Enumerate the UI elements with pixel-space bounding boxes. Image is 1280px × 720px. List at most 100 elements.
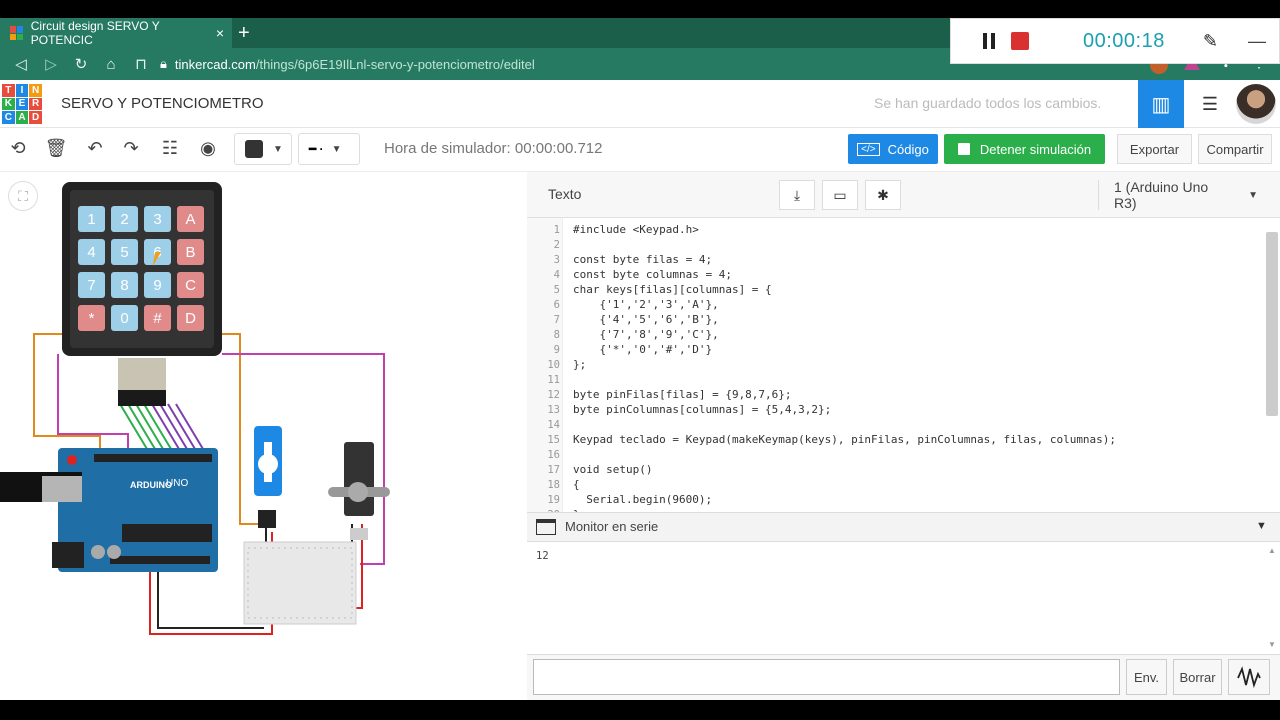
line-number: 4 — [553, 269, 560, 281]
keypad-key[interactable]: 0 — [111, 305, 138, 331]
chevron-down-icon: ▼ — [273, 143, 283, 155]
delete-icon[interactable]: 🗑︎ — [44, 138, 68, 159]
code-line: Keypad teclado = Keypad(makeKeymap(keys)… — [573, 433, 1117, 446]
keypad-key[interactable]: 9 — [144, 272, 171, 298]
wire-style-picker[interactable]: ━ · ▼ — [298, 133, 360, 165]
logo-letter: R — [29, 97, 42, 111]
share-button[interactable]: Compartir — [1198, 134, 1272, 164]
logo-letter: I — [15, 84, 29, 97]
code-mode-select[interactable]: Texto — [548, 186, 581, 202]
keypad-key[interactable]: 4 — [78, 239, 105, 265]
code-line: { — [573, 478, 580, 491]
color-swatch — [245, 140, 263, 158]
serial-output — [527, 542, 1280, 654]
send-button[interactable]: Env. — [1126, 659, 1167, 695]
color-picker[interactable]: ▼ — [234, 133, 292, 165]
tinkercad-favicon — [10, 26, 23, 40]
save-status: Se han guardado todos los cambios. — [874, 95, 1102, 111]
undo-icon[interactable]: ↶ — [83, 138, 107, 159]
forward-icon[interactable]: ▷ — [36, 55, 66, 73]
browser-tab[interactable]: Circuit design SERVO Y POTENCIC × — [0, 18, 232, 48]
line-number: 12 — [547, 389, 560, 401]
board-select[interactable]: 1 (Arduino Uno R3) ▼ — [1098, 179, 1272, 211]
logo-letter: A — [15, 111, 29, 124]
new-tab-icon[interactable]: + — [238, 20, 250, 46]
stop-icon — [957, 143, 970, 155]
line-number: 6 — [553, 299, 560, 311]
code-line: {'7','8','9','C'}, — [573, 328, 719, 341]
rotate-icon[interactable]: ⟲ — [6, 138, 30, 159]
keypad-key[interactable]: 5 — [111, 239, 138, 265]
code-button[interactable]: </> Código — [848, 134, 938, 164]
chevron-down-icon: ▼ — [1248, 189, 1258, 201]
servo-standard[interactable] — [344, 442, 374, 516]
keypad-key[interactable]: 3 — [144, 206, 171, 232]
back-icon[interactable]: ◁ — [6, 55, 36, 73]
code-line: Serial.begin(9600); — [573, 493, 713, 506]
export-button[interactable]: Exportar — [1117, 134, 1192, 164]
keypad-key[interactable]: 7 — [78, 272, 105, 298]
line-number: 14 — [547, 419, 560, 431]
code-line: char keys[filas][columnas] = { — [573, 283, 772, 296]
design-title[interactable]: SERVO Y POTENCIOMETRO — [61, 95, 264, 112]
library-icon[interactable]: ▭ — [822, 180, 858, 210]
tab-title: Circuit design SERVO Y POTENCIC — [30, 19, 160, 47]
keypad-key[interactable]: A — [177, 206, 204, 232]
graph-button[interactable] — [1228, 659, 1270, 695]
breadboard[interactable] — [243, 541, 357, 625]
keypad-key[interactable]: 2 — [111, 206, 138, 232]
chevron-down-icon[interactable]: ▼ — [1256, 520, 1267, 532]
serial-monitor-label[interactable]: Monitor en serie — [565, 519, 658, 534]
serial-input[interactable] — [533, 659, 1120, 695]
keypad-key[interactable]: C — [177, 272, 204, 298]
code-line: {'4','5','6','B'}, — [573, 313, 719, 326]
line-number: 8 — [553, 329, 560, 341]
code-icon: </> — [857, 142, 880, 156]
pen-icon[interactable]: ✎ — [1203, 31, 1218, 52]
editor-scrollbar[interactable] — [1266, 232, 1278, 416]
debug-icon[interactable]: ✱ — [865, 180, 901, 210]
url-host: tinkercad.com — [174, 56, 256, 72]
monitor-icon — [536, 519, 556, 535]
line-number: 17 — [547, 464, 560, 476]
minimize-icon[interactable]: — — [1248, 31, 1266, 52]
keypad-key[interactable]: 8 — [111, 272, 138, 298]
keypad-key[interactable]: B — [177, 239, 204, 265]
clear-button[interactable]: Borrar — [1173, 659, 1222, 695]
scroll-up-icon[interactable]: ▲ — [1268, 546, 1276, 555]
line-number: 2 — [553, 239, 560, 251]
download-icon[interactable]: ⤓ — [779, 180, 815, 210]
keypad-key[interactable]: # — [144, 305, 171, 331]
tinkercad-logo[interactable]: T I N K E R C A D — [2, 84, 42, 124]
keypad-key[interactable]: 1 — [78, 206, 105, 232]
bookmark-icon[interactable]: ⊓ — [126, 55, 156, 73]
line-number: 16 — [547, 449, 560, 461]
pause-icon[interactable] — [983, 33, 995, 49]
logo-letter: T — [2, 84, 15, 97]
avatar[interactable] — [1236, 84, 1276, 124]
url-field[interactable]: 🔒︎ tinkercad.com/things/6p6E19IlLnl-serv… — [160, 52, 960, 76]
stop-simulation-button[interactable]: Detener simulación — [944, 134, 1105, 164]
line-number: 18 — [547, 479, 560, 491]
stop-record-icon[interactable] — [1011, 32, 1029, 50]
circuit-view-button[interactable]: ▥ — [1138, 80, 1184, 128]
notes-icon[interactable]: ☷ — [158, 138, 182, 159]
line-number: 10 — [547, 359, 560, 371]
reload-icon[interactable]: ↻ — [66, 55, 96, 73]
url-path: /things/6p6E19IlLnl-servo-y-potenciometr… — [255, 56, 535, 72]
home-icon[interactable]: ⌂ — [96, 56, 126, 73]
component-list-button[interactable]: ☰ — [1188, 88, 1232, 120]
line-number: 11 — [547, 374, 560, 386]
code-line: {'*','0','#','D'} — [573, 343, 713, 356]
redo-icon[interactable]: ↷ — [119, 138, 143, 159]
scroll-down-icon[interactable]: ▼ — [1268, 640, 1276, 649]
keypad-key[interactable]: D — [177, 305, 204, 331]
code-button-label: Código — [887, 141, 929, 157]
keypad-key[interactable]: * — [78, 305, 105, 331]
code-line: void setup() — [573, 463, 653, 476]
eye-icon[interactable]: ◉ — [196, 138, 220, 159]
code-line: {'1','2','3','A'}, — [573, 298, 719, 311]
tab-close-icon[interactable]: × — [216, 25, 224, 41]
logo-letter: N — [29, 84, 42, 97]
record-timer: 00:00:18 — [1083, 29, 1165, 52]
